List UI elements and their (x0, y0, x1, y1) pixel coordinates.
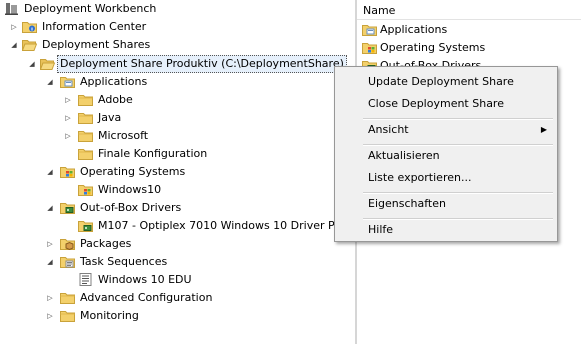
drivers-folder-icon (78, 219, 93, 232)
expand-arrow-icon[interactable]: ▷ (45, 289, 55, 307)
folder-icon (60, 291, 75, 304)
tree-label-deployment-shares: Deployment Shares (42, 38, 151, 51)
menu-item-hilfe[interactable]: Hilfe (335, 219, 557, 241)
submenu-arrow-icon: ▶ (540, 125, 547, 134)
tree-label-adobe: Adobe (98, 93, 133, 106)
tree-label-microsoft: Microsoft (98, 129, 149, 142)
tree-label-windows-10-edu: Windows 10 EDU (98, 273, 192, 286)
collapse-arrow-icon[interactable]: ◢ (45, 253, 55, 271)
folder-open-icon (40, 57, 55, 70)
menu-item-aktualisieren[interactable]: Aktualisieren (335, 145, 557, 167)
folder-icon (78, 147, 93, 160)
list-item-label: Applications (380, 23, 448, 36)
navigation-tree: Deployment Workbench ▷ Information Cente… (0, 0, 355, 344)
operating-systems-folder-icon (78, 183, 93, 196)
tree-label-driver-pack: M107 - Optiplex 7010 Windows 10 Driver P… (98, 219, 347, 232)
task-sequences-folder-icon (60, 255, 75, 268)
tree-label-advanced-configuration: Advanced Configuration (80, 291, 213, 304)
expand-arrow-icon[interactable]: ▷ (63, 91, 73, 109)
expand-arrow-icon[interactable]: ▷ (63, 127, 73, 145)
menu-item-close-deployment-share[interactable]: Close Deployment Share (335, 93, 557, 115)
collapse-arrow-icon[interactable]: ◢ (9, 36, 19, 54)
expand-arrow-icon[interactable]: ▷ (45, 235, 55, 253)
tree-label-root: Deployment Workbench (24, 2, 157, 15)
collapse-arrow-icon[interactable]: ◢ (45, 163, 55, 181)
tree-label-windows10: Windows10 (98, 183, 162, 196)
information-center-icon (22, 20, 37, 33)
tree-label-java: Java (98, 111, 122, 124)
tree-label-applications: Applications (80, 75, 148, 88)
tree-label-out-of-box-drivers: Out-of-Box Drivers (80, 201, 182, 214)
folder-icon (78, 93, 93, 106)
collapse-arrow-icon[interactable]: ◢ (45, 199, 55, 217)
menu-item-liste-exportieren[interactable]: Liste exportieren... (335, 167, 557, 189)
drivers-folder-icon (60, 201, 75, 214)
tree-label-task-sequences: Task Sequences (80, 255, 168, 268)
workbench-icon (4, 2, 19, 15)
folder-open-icon (22, 38, 37, 51)
menu-item-update-deployment-share[interactable]: Update Deployment Share (335, 71, 557, 93)
tree-label-deployment-share: Deployment Share Produktiv (C:\Deploymen… (57, 55, 347, 73)
folder-icon (60, 309, 75, 322)
column-header-name[interactable]: Name (357, 1, 581, 20)
folder-icon (78, 111, 93, 124)
expand-arrow-icon[interactable]: ▷ (9, 18, 19, 36)
list-item-label: Operating Systems (380, 41, 486, 54)
expand-arrow-icon[interactable]: ▷ (45, 307, 55, 325)
menu-item-ansicht[interactable]: Ansicht ▶ (335, 119, 557, 141)
menu-item-eigenschaften[interactable]: Eigenschaften (335, 193, 557, 215)
collapse-arrow-icon[interactable]: ◢ (45, 73, 55, 91)
applications-folder-icon (60, 75, 75, 88)
folder-icon (78, 129, 93, 142)
operating-systems-folder-icon (60, 165, 75, 178)
collapse-arrow-icon[interactable]: ◢ (27, 55, 37, 73)
tree-label-monitoring: Monitoring (80, 309, 139, 322)
tree-label-packages: Packages (80, 237, 132, 250)
operating-systems-folder-icon (362, 41, 377, 54)
expand-arrow-icon[interactable]: ▷ (63, 109, 73, 127)
applications-folder-icon (362, 23, 377, 36)
task-sequence-icon (78, 273, 93, 286)
tree-label-finale-konfiguration: Finale Konfiguration (98, 147, 208, 160)
tree-label-information-center: Information Center (42, 20, 147, 33)
context-menu: Update Deployment Share Close Deployment… (334, 66, 558, 242)
packages-folder-icon (60, 237, 75, 250)
tree-label-operating-systems: Operating Systems (80, 165, 186, 178)
menu-item-ansicht-label: Ansicht (368, 123, 409, 136)
